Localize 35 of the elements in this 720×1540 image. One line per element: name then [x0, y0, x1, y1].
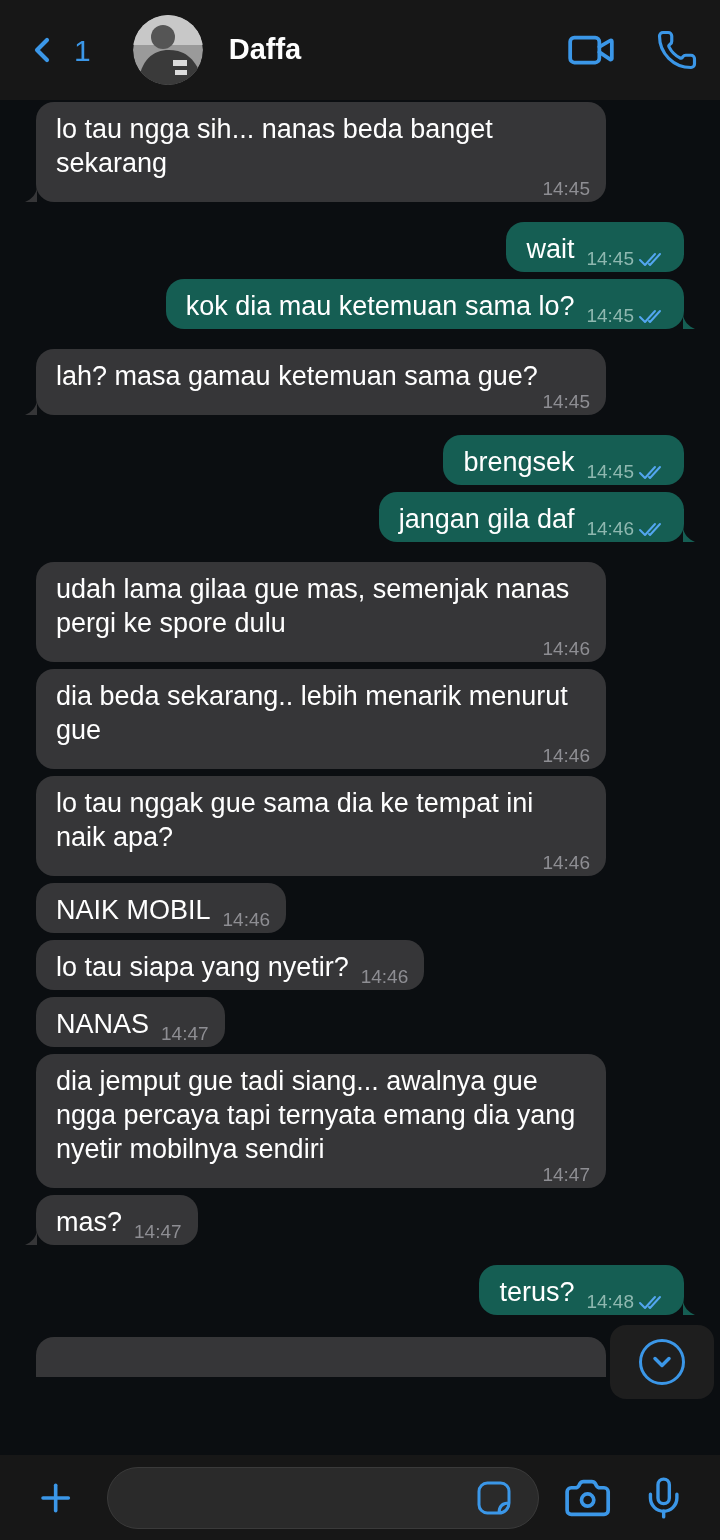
chevron-down-icon: [639, 1339, 685, 1385]
message-text: lo tau nggak gue sama dia ke tempat ini naik apa?: [56, 787, 535, 854]
scroll-down-button[interactable]: [610, 1325, 714, 1399]
message-time: 14:46: [542, 638, 590, 660]
message-text: terus?: [499, 1276, 575, 1309]
message-time: 14:47: [134, 1221, 182, 1243]
message-time: 14:46: [542, 852, 590, 874]
back-button[interactable]: 1: [22, 27, 91, 73]
phone-call-icon[interactable]: [656, 29, 698, 71]
message-time: 14:45: [586, 305, 634, 327]
message-text: NAIK MOBIL: [56, 894, 211, 927]
message-time: 14:45: [542, 178, 590, 200]
message-time: 14:47: [161, 1023, 209, 1045]
message-text: kok dia mau ketemuan sama lo?: [185, 290, 575, 323]
message-time: 14:47: [542, 1164, 590, 1186]
message-text: wait: [526, 233, 575, 266]
message-text: lah? masa gamau ketemuan sama gue?: [56, 360, 538, 393]
message-text: dia beda sekarang.. lebih menarik menurut gue: [56, 680, 569, 747]
contact-name[interactable]: Daffa: [228, 28, 302, 72]
message-time: 14:45: [586, 461, 634, 483]
message-text: lo tau ngga sih... nanas beda banget sekarang: [56, 113, 494, 180]
message-text: mas?: [56, 1206, 123, 1239]
message-time: 14:45: [542, 391, 590, 413]
message-text: dia jemput gue tadi siang... awalnya gue ngga percaya tapi ternyata emang dia yang nyetir mobilnya sendiri: [56, 1065, 577, 1166]
message-text: udah lama gilaa gue mas, semenjak nanas pergi ke spore dulu: [56, 573, 571, 640]
message-time: 14:46: [586, 518, 634, 540]
message-time: 14:48: [586, 1291, 634, 1313]
message-time: 14:46: [222, 909, 271, 931]
message-time: 14:46: [360, 966, 409, 988]
message-text: lo tau siapa yang nyetir?: [56, 951, 349, 984]
message-time: 14:45: [586, 248, 634, 270]
message-text: jangan gila daf: [398, 503, 575, 536]
message-time: 14:46: [542, 745, 590, 767]
message-text: brengsek: [463, 446, 575, 479]
message-text: NANAS: [56, 1008, 150, 1041]
